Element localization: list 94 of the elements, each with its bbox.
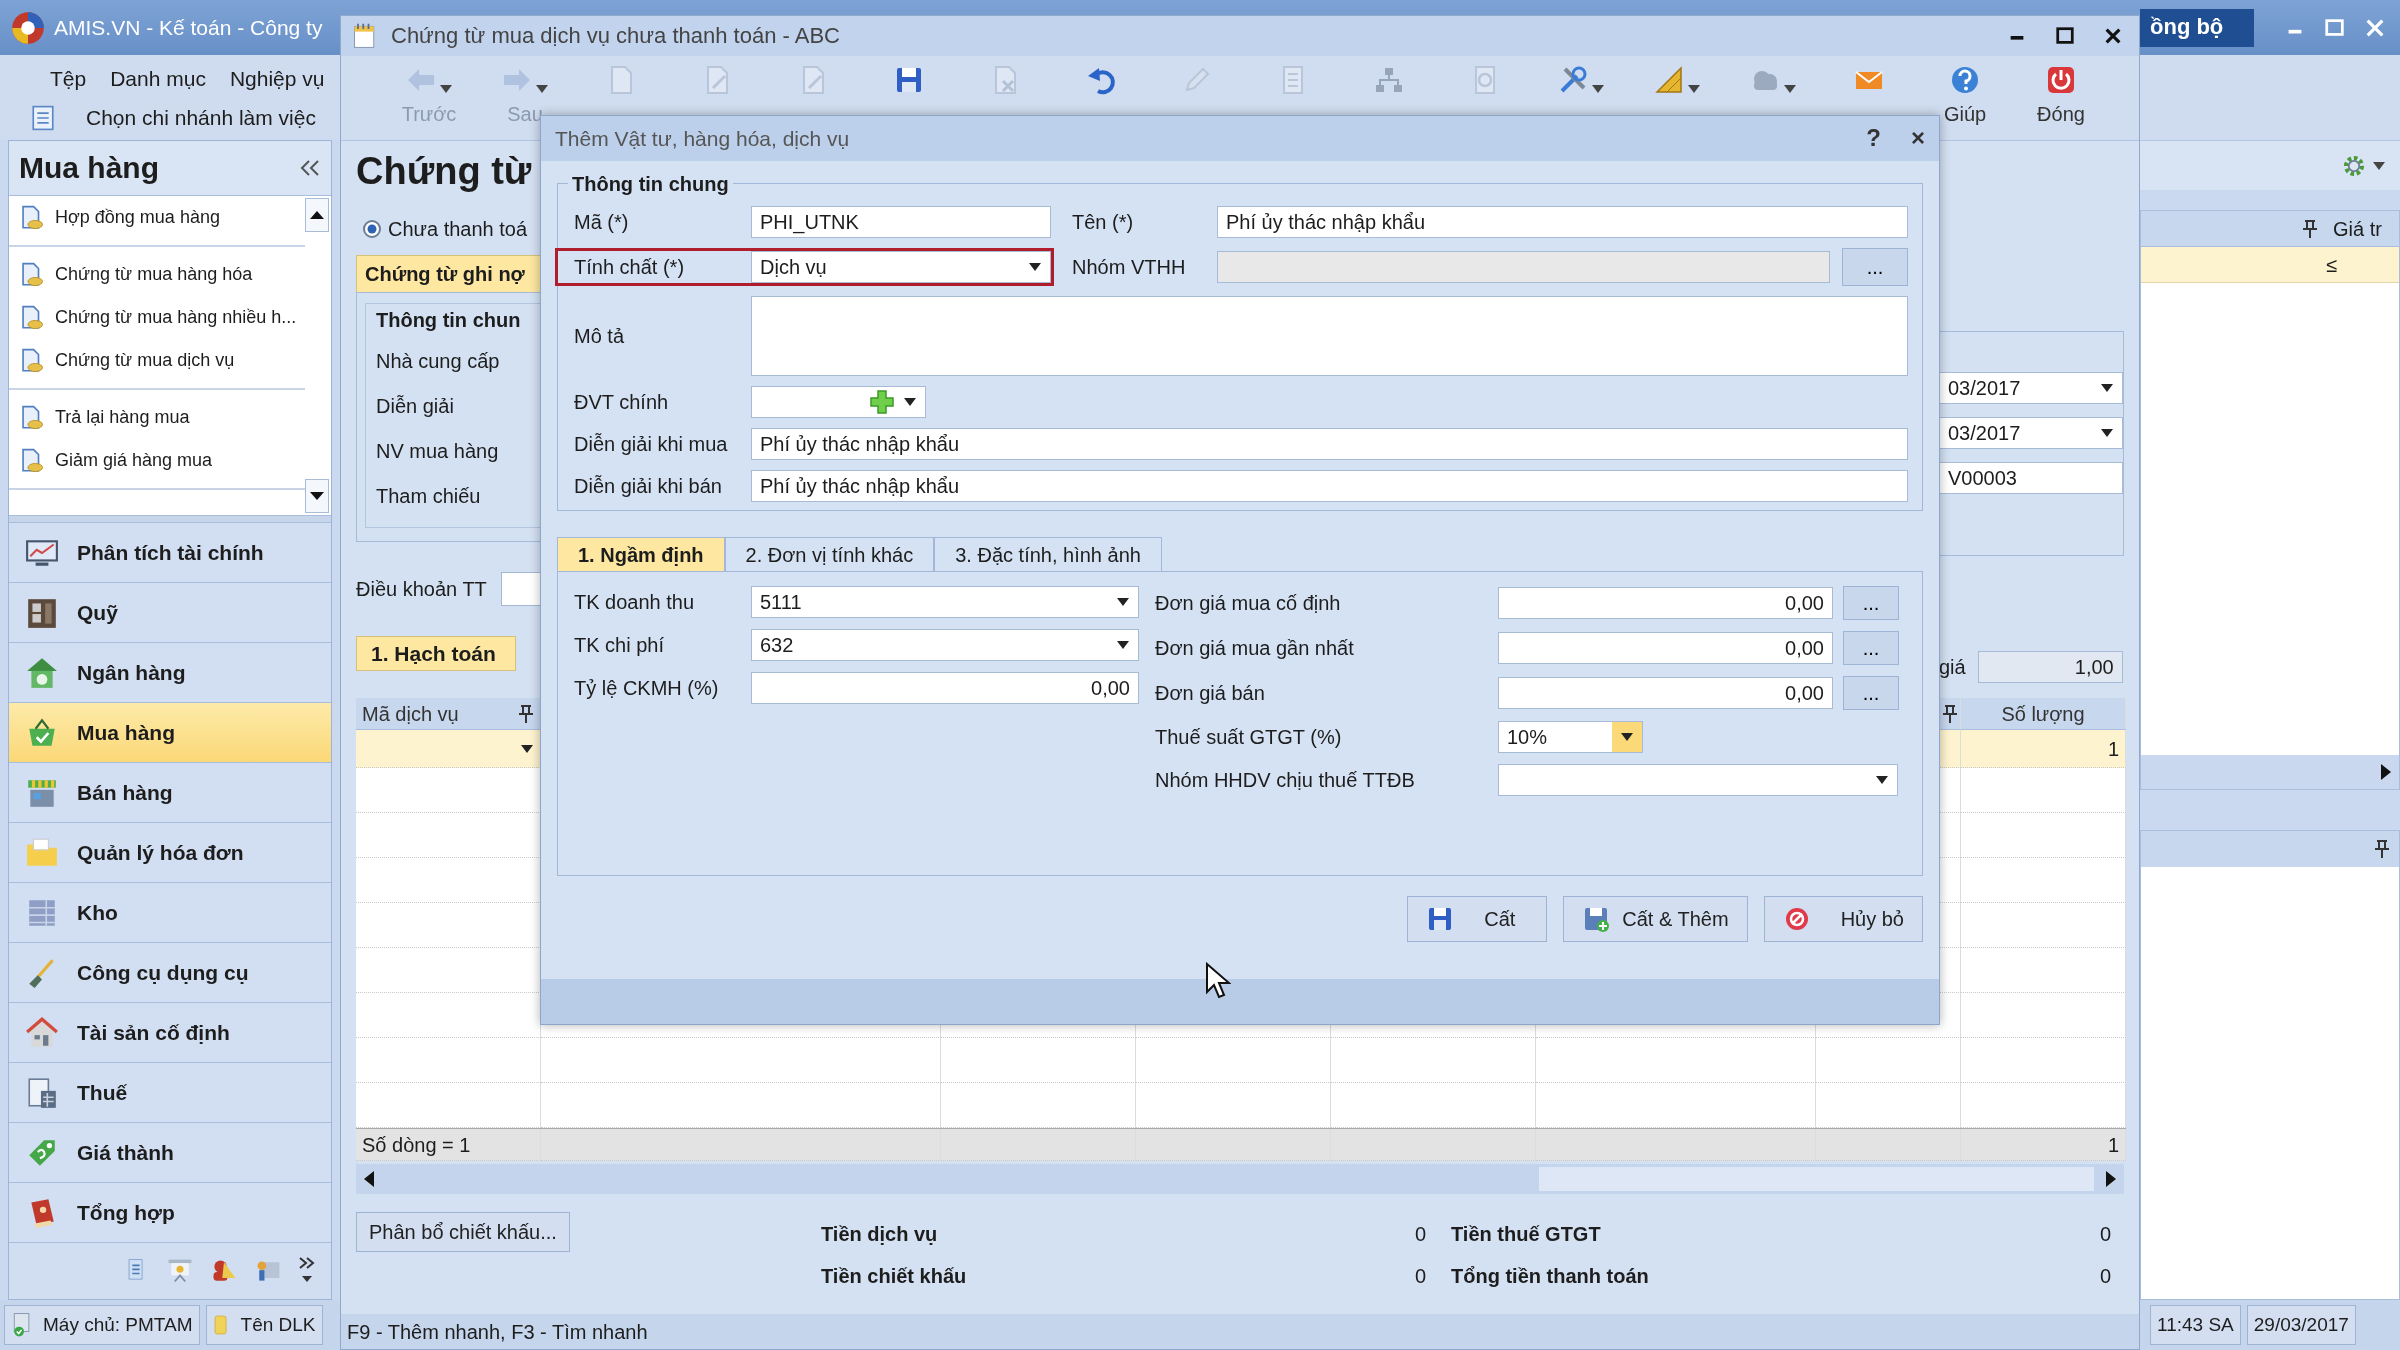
- row-count: Số dòng = 1: [362, 1132, 471, 1157]
- total-value: 0: [1413, 1222, 1426, 1246]
- sidebar-item[interactable]: Chứng từ mua hàng hóa: [9, 253, 305, 296]
- dialog-title: Thêm Vật tư, hàng hóa, dịch vụ: [555, 125, 850, 152]
- field-label: Tham chiếu: [376, 483, 482, 509]
- total-value: 0: [1413, 1264, 1426, 1288]
- field-label: NV mua hàng: [376, 438, 500, 464]
- field-label: Nhóm HHDV chịu thuế TTĐB: [1155, 768, 1416, 792]
- table-cell: 1: [2107, 736, 2119, 761]
- close-button[interactable]: ×: [1911, 124, 1925, 153]
- table-cell: 1: [2107, 1132, 2119, 1157]
- field-label: Mô tả: [574, 324, 626, 348]
- menu-item[interactable]: Nghiệp vụ: [229, 66, 325, 92]
- field-label: Đơn giá mua gần nhất: [1155, 636, 1355, 660]
- field-label: giá: [1939, 655, 1966, 679]
- field-label: TK chi phí: [574, 633, 666, 657]
- help-button[interactable]: ?: [1866, 124, 1881, 153]
- browse-button[interactable]: ...: [1842, 248, 1908, 286]
- field-label: Điều khoản TT: [356, 577, 487, 601]
- date-text: 29/03/2017: [2253, 1313, 2349, 1337]
- text-field[interactable]: Phí ủy thác nhập khẩu: [751, 428, 1908, 460]
- page-heading: Chứng từ: [356, 149, 533, 194]
- combo-box[interactable]: 632: [751, 629, 1139, 661]
- date-field[interactable]: 03/2017: [1939, 372, 2123, 404]
- window-title: Chứng từ mua dịch vụ chưa thanh toán - ABC: [391, 22, 840, 50]
- field-label: TK doanh thu: [574, 590, 696, 614]
- input-field[interactable]: 1,00: [1977, 651, 2123, 683]
- allocate-button[interactable]: Phân bổ chiết khấu...: [356, 1212, 570, 1252]
- field-label: Đơn giá bán: [1155, 681, 1266, 705]
- status-text: Máy chủ: PMTAM: [43, 1313, 193, 1337]
- group-title: Thông tin chun: [376, 308, 522, 333]
- menu-item[interactable]: Chọn chi nhánh làm việc: [86, 105, 316, 131]
- toolbar-label[interactable]: Giúp: [1943, 102, 1987, 126]
- field-label: Mã (*): [574, 210, 630, 234]
- combo-box[interactable]: 10%: [1498, 721, 1643, 753]
- total-value: 0: [2098, 1264, 2111, 1288]
- radio-label: Chưa thanh toá: [388, 217, 528, 241]
- column-header: Giá tr: [2333, 216, 2382, 241]
- text-field[interactable]: Phí ủy thác nhập khẩu: [1217, 206, 1908, 238]
- field-label: Nhóm VTHH: [1072, 255, 1187, 279]
- dialog-button[interactable]: Hủy bỏ: [1763, 896, 1923, 942]
- table-cell: ≤: [2326, 252, 2337, 277]
- column-header: Số lượng: [2001, 701, 2085, 726]
- sidebar-item[interactable]: Trả lại hàng mua: [9, 396, 305, 439]
- field-label: Diễn giải khi bán: [574, 474, 723, 498]
- clock-text: 11:43 SA: [2157, 1313, 2234, 1337]
- column-header[interactable]: Mã dịch vụ: [362, 701, 534, 726]
- sidebar-item[interactable]: Chứng từ mua hàng nhiều h...: [9, 296, 305, 339]
- combo-box[interactable]: 5111: [751, 586, 1139, 618]
- browse-button[interactable]: ...: [1843, 676, 1899, 710]
- tab[interactable]: 2. Đơn vị tính khác: [724, 537, 935, 571]
- field-label: Diễn giải khi mua: [574, 432, 729, 456]
- field-label: Diễn giải: [376, 393, 455, 419]
- tab[interactable]: 3. Đặc tính, hình ảnh: [934, 537, 1162, 571]
- menu-item[interactable]: Danh mục: [110, 66, 206, 92]
- number-field[interactable]: 0,00: [751, 672, 1139, 704]
- sidebar-item[interactable]: Chứng từ mua dịch vụ: [9, 339, 305, 382]
- sidebar-title: Mua hàng: [19, 150, 159, 186]
- field-label: Tên (*): [1072, 210, 1135, 234]
- dialog-button[interactable]: Cất: [1407, 896, 1548, 942]
- number-field[interactable]: 0,00: [1498, 632, 1833, 664]
- tab[interactable]: 1. Hạch toán: [356, 636, 516, 671]
- dialog-button[interactable]: Cất & Thêm: [1563, 896, 1748, 942]
- field-label: Tính chất (*): [574, 255, 686, 279]
- total-label: Tiền dịch vụ: [821, 1222, 939, 1246]
- shortcut-hint: F9 - Thêm nhanh, F3 - Tìm nhanh: [347, 1319, 648, 1344]
- sidebar-item[interactable]: Giảm giá hàng mua: [9, 439, 305, 482]
- number-field[interactable]: 0,00: [1498, 677, 1833, 709]
- field-label: ĐVT chính: [574, 390, 670, 414]
- text-field[interactable]: PHI_UTNK: [751, 206, 1051, 238]
- field-label: Thuế suất GTGT (%): [1155, 725, 1343, 749]
- date-field[interactable]: 03/2017: [1939, 417, 2123, 449]
- menu-item[interactable]: Tệp: [50, 66, 87, 92]
- sync-button[interactable]: ồng bộ: [2140, 8, 2254, 47]
- sidebar-item[interactable]: Hợp đồng mua hàng: [9, 196, 305, 239]
- tab[interactable]: Chứng từ ghi nợ: [356, 255, 541, 292]
- tab[interactable]: 1. Ngầm định: [557, 537, 725, 571]
- number-field[interactable]: 0,00: [1498, 587, 1833, 619]
- field-label: Tỷ lệ CKMH (%): [574, 676, 720, 700]
- total-label: Tiền thuế GTGT: [1451, 1222, 1602, 1246]
- field-label: Đơn giá mua cố định: [1155, 591, 1342, 615]
- toolbar-label[interactable]: Đóng: [2037, 102, 2085, 126]
- input-field[interactable]: V00003: [1939, 462, 2123, 494]
- field-label: Nhà cung cấp: [376, 348, 501, 374]
- browse-button[interactable]: ...: [1843, 586, 1899, 620]
- total-label: Tiền chiết khấu: [821, 1264, 968, 1288]
- text-field[interactable]: Phí ủy thác nhập khẩu: [751, 470, 1908, 502]
- module-button[interactable]: Mua hàng: [9, 702, 331, 762]
- status-text: Tên DLK: [240, 1313, 316, 1337]
- browse-button[interactable]: ...: [1843, 631, 1899, 665]
- combo-box[interactable]: Dịch vụ: [751, 251, 1051, 283]
- window-title: AMIS.VN - Kế toán - Công ty: [54, 14, 323, 41]
- total-label: Tổng tiền thanh toán: [1451, 1264, 1650, 1288]
- total-value: 0: [2098, 1222, 2111, 1246]
